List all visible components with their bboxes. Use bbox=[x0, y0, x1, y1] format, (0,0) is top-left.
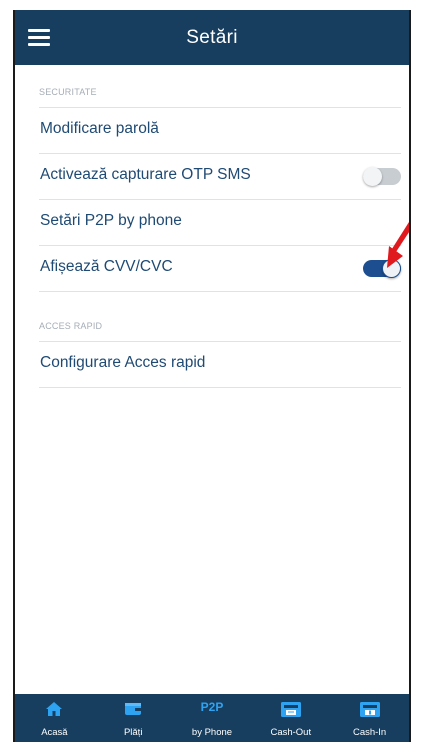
section-label-acces-rapid: ACCES RAPID bbox=[39, 321, 401, 342]
phone-screen: Setări SECURITATE Modificare parolă Acti… bbox=[13, 10, 411, 742]
p2p-icon: P2P bbox=[200, 700, 224, 714]
tab-payments[interactable]: Plăți bbox=[94, 694, 173, 742]
item-label: Afișează CVV/CVC bbox=[40, 258, 173, 275]
atm-cash-out-icon bbox=[280, 702, 301, 717]
atm-cash-in-icon bbox=[359, 702, 380, 717]
tab-cash-in[interactable]: Cash-In bbox=[330, 694, 409, 742]
tab-label: Plăți bbox=[123, 727, 143, 738]
item-label: Setări P2P by phone bbox=[40, 212, 182, 229]
wallet-icon bbox=[125, 703, 142, 715]
settings-item-p2p-by-phone[interactable]: Setări P2P by phone bbox=[39, 200, 401, 246]
home-icon bbox=[46, 702, 63, 716]
item-label: Activează capturare OTP SMS bbox=[40, 166, 251, 183]
item-label: Modificare parolă bbox=[40, 120, 159, 137]
settings-item-change-password[interactable]: Modificare parolă bbox=[39, 108, 401, 154]
tab-p2p-by-phone[interactable]: P2P by Phone bbox=[173, 694, 252, 742]
tab-label: by Phone bbox=[191, 727, 233, 738]
toggle-knob bbox=[363, 167, 382, 186]
settings-item-configure-quick-access[interactable]: Configurare Acces rapid bbox=[39, 342, 401, 388]
item-label: Configurare Acces rapid bbox=[40, 354, 206, 371]
settings-item-otp-sms-capture: Activează capturare OTP SMS bbox=[39, 154, 401, 200]
bottom-tab-bar: Acasă Plăți P2P by Phone Cash-Out Cash-I… bbox=[15, 694, 409, 742]
settings-item-show-cvv: Afișează CVV/CVC bbox=[39, 246, 401, 292]
tab-cash-out[interactable]: Cash-Out bbox=[251, 694, 330, 742]
app-header: Setări bbox=[15, 10, 409, 65]
section-label-securitate: SECURITATE bbox=[39, 87, 401, 108]
tab-label: Acasă bbox=[41, 727, 68, 738]
page-title: Setări bbox=[186, 27, 238, 48]
red-arrow-icon bbox=[387, 222, 409, 268]
tab-label: Cash-In bbox=[352, 727, 387, 738]
otp-sms-toggle[interactable] bbox=[363, 167, 401, 186]
tab-label: Cash-Out bbox=[270, 727, 312, 738]
tab-home[interactable]: Acasă bbox=[15, 694, 94, 742]
